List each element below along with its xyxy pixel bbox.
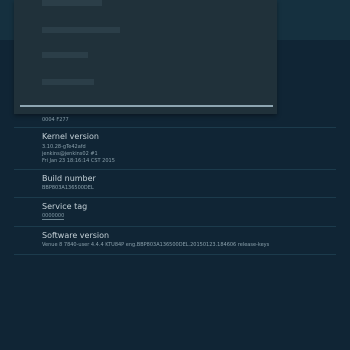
divider <box>14 169 336 170</box>
progress-bar <box>20 105 273 107</box>
settings-item-title: Kernel version <box>42 132 99 141</box>
settings-item-title: Software version <box>42 231 110 240</box>
divider <box>14 254 336 255</box>
settings-item-value-line-1: 3.10.28-gTe42afd <box>42 144 86 150</box>
progress-fill <box>20 105 273 107</box>
divider <box>14 127 336 128</box>
settings-item-baseband[interactable]: 0004 F277 <box>0 112 350 126</box>
settings-item-value-line-2: jenkins@jenkins02 #1 <box>42 151 98 157</box>
about-device-screen: 0004 F277 Kernel version 3.10.28-gTe42af… <box>0 0 350 350</box>
settings-item-build-number[interactable]: Build number BBP803A136500DEL <box>0 172 350 197</box>
loading-dialog <box>14 0 277 114</box>
settings-item-kernel-version[interactable]: Kernel version 3.10.28-gTe42afd jenkins@… <box>0 130 350 168</box>
settings-item-value: 0004 F277 <box>42 117 69 123</box>
settings-item-service-tag[interactable]: Service tag 0000000 <box>0 200 350 225</box>
divider <box>14 197 336 198</box>
settings-item-software-version[interactable]: Software version Venue 8 7840-user 4.4.4… <box>0 229 350 254</box>
settings-item-value: BBP803A136500DEL <box>42 185 94 191</box>
dialog-ghost-line <box>42 52 88 58</box>
settings-item-value: Venue 8 7840-user 4.4.4 KTU84P eng.BBP80… <box>42 242 270 248</box>
dialog-ghost-line <box>42 79 94 85</box>
divider <box>14 226 336 227</box>
dialog-ghost-line <box>42 0 102 6</box>
dialog-ghost-line <box>42 27 120 33</box>
settings-item-value: 0000000 <box>42 213 65 220</box>
settings-item-value-line-3: Fri Jan 23 18:16:14 CST 2015 <box>42 158 115 164</box>
settings-item-title: Build number <box>42 174 96 183</box>
settings-item-title: Service tag <box>42 202 88 211</box>
